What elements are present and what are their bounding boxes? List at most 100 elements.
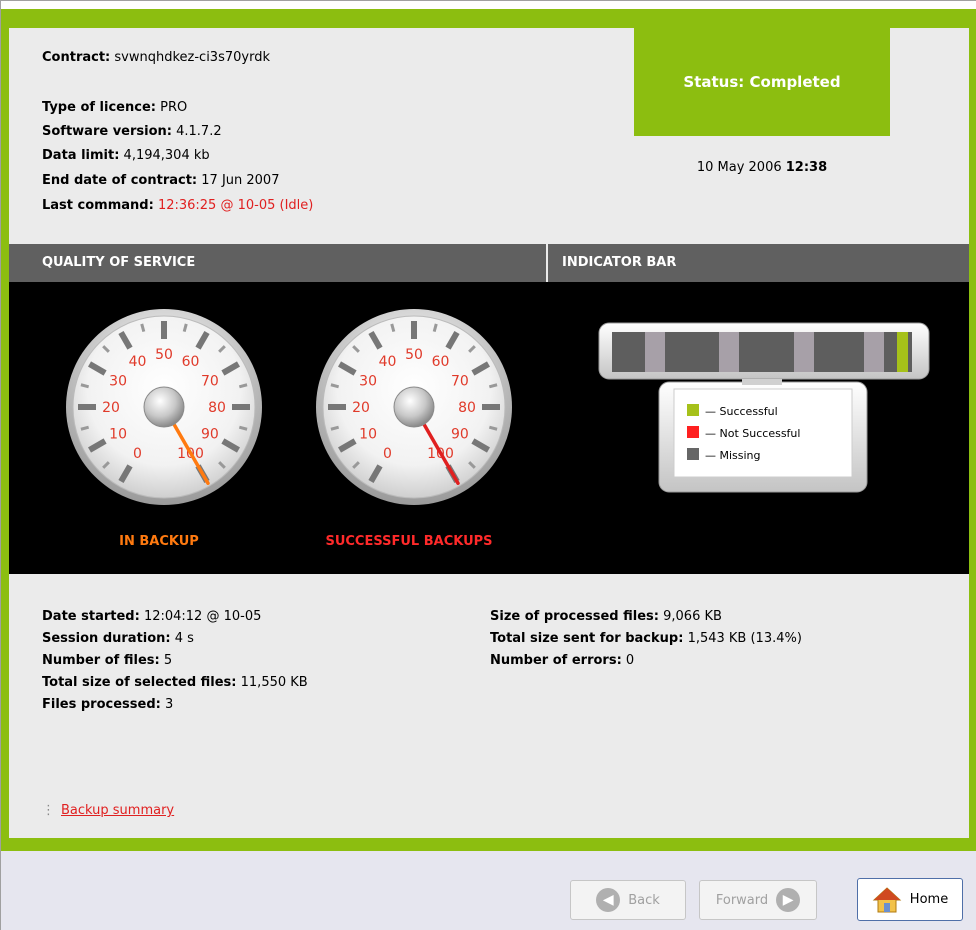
- stat-total-size-sent: Total size sent for backup: 1,543 KB (13…: [490, 628, 802, 650]
- contract-label: Contract:: [42, 50, 111, 65]
- gauge-tick-label: 50: [405, 347, 423, 363]
- gauge-tick-label: 70: [451, 374, 469, 390]
- backup-summary-row: ⋮ Backup summary: [42, 803, 174, 818]
- home-icon: [872, 886, 902, 912]
- indicator-segment: [645, 332, 665, 372]
- stat-label: Number of errors:: [490, 653, 622, 668]
- forward-arrow-icon: ▶: [776, 888, 801, 912]
- stat-value: 12:04:12 @ 10-05: [143, 609, 262, 624]
- stat-label: Files processed:: [42, 697, 161, 712]
- stats-left: Date started: 12:04:12 @ 10-05 Session d…: [42, 606, 308, 716]
- stat-date-started: Date started: 12:04:12 @ 10-05: [42, 606, 308, 628]
- stat-size-processed: Size of processed files: 9,066 KB: [490, 606, 802, 628]
- indicator-title: INDICATOR BAR: [562, 255, 677, 270]
- indicator-segment: [864, 332, 884, 372]
- stat-number-of-files: Number of files: 5: [42, 650, 308, 672]
- forward-button[interactable]: Forward ▶: [699, 880, 817, 920]
- detail-label: Data limit:: [42, 148, 120, 163]
- stat-label: Total size of selected files:: [42, 675, 237, 690]
- gauge-minor-tick: [238, 425, 248, 431]
- gauge-tick-label: 10: [359, 427, 377, 443]
- forward-label: Forward: [715, 892, 769, 908]
- gauge-minor-tick: [432, 323, 438, 333]
- gauge-tick-label: 40: [379, 354, 397, 370]
- status-timestamp: 10 May 2006 12:38: [634, 160, 890, 175]
- detail-last-command: Last command: 12:36:25 @ 10-05 (Idle): [42, 198, 313, 213]
- back-button[interactable]: ◀ Back: [570, 880, 686, 920]
- gauge-tick-label: 30: [359, 374, 377, 390]
- gauge-tick-label: 90: [451, 427, 469, 443]
- footer-toolbar: ◀ Back Forward ▶ Home: [1, 851, 976, 930]
- stat-value: 4 s: [174, 631, 194, 646]
- legend-label-not-successful: — Not Successful: [705, 427, 800, 440]
- legend-swatch-successful: [687, 404, 699, 416]
- gauge-minor-tick: [140, 323, 146, 333]
- contract-line: Contract: svwnqhdkez-ci3s70yrdk: [42, 50, 270, 65]
- detail-version: Software version: 4.1.7.2: [42, 124, 222, 139]
- stat-label: Number of files:: [42, 653, 160, 668]
- detail-value: PRO: [160, 100, 188, 115]
- stat-session-duration: Session duration: 4 s: [42, 628, 308, 650]
- detail-value: 4.1.7.2: [176, 124, 222, 139]
- gauge-hub: [143, 386, 185, 428]
- legend-swatch-missing: [687, 448, 699, 460]
- qos-title: QUALITY OF SERVICE: [42, 255, 196, 270]
- section-header-bar: QUALITY OF SERVICE INDICATOR BAR: [9, 244, 969, 282]
- detail-licence: Type of licence: PRO: [42, 100, 187, 115]
- dotted-bullet-icon: ⋮: [42, 803, 55, 818]
- gauge-minor-tick: [238, 383, 248, 389]
- stats-right: Size of processed files: 9,066 KB Total …: [490, 606, 802, 672]
- indicator-bar: — Successful — Not Successful — Missing: [598, 322, 930, 493]
- home-label: Home: [909, 892, 949, 907]
- gauge-tick-label: 40: [129, 354, 147, 370]
- gauge-tick-label: 0: [133, 446, 142, 462]
- stat-total-size-selected: Total size of selected files: 11,550 KB: [42, 672, 308, 694]
- gauge-tick-label: 10: [109, 427, 127, 443]
- status-time: 12:38: [785, 160, 828, 175]
- status-date: 10 May 2006: [696, 160, 782, 175]
- gauge-minor-tick: [488, 425, 498, 431]
- indicator-segment-successful: [897, 332, 908, 372]
- gauge-minor-tick: [488, 383, 498, 389]
- gauge-minor-tick: [330, 425, 340, 431]
- detail-value: 4,194,304 kb: [123, 148, 210, 163]
- stat-value: 11,550 KB: [240, 675, 308, 690]
- gauge-minor-tick: [80, 383, 90, 389]
- contract-value: svwnqhdkez-ci3s70yrdk: [114, 50, 270, 65]
- backup-summary-link[interactable]: Backup summary: [61, 803, 174, 818]
- gauge-tick-label: 60: [182, 354, 200, 370]
- stat-files-processed: Files processed: 3: [42, 694, 308, 716]
- gauge-tick-label: 30: [109, 374, 127, 390]
- detail-end-date: End date of contract: 17 Jun 2007: [42, 173, 279, 188]
- gauge-minor-tick: [330, 383, 340, 389]
- legend-swatch-not-successful: [687, 426, 699, 438]
- detail-label: End date of contract:: [42, 173, 198, 188]
- gauge-minor-tick: [390, 323, 396, 333]
- stat-label: Session duration:: [42, 631, 171, 646]
- stat-value: 5: [163, 653, 173, 668]
- gauge-tick-label: 20: [352, 400, 370, 416]
- stat-value: 0: [625, 653, 635, 668]
- gauge-tick-label: 80: [208, 400, 226, 416]
- dashboard-panel: 0102030405060708090100 01020304050607080…: [9, 282, 969, 574]
- inner-panel: Contract: svwnqhdkez-ci3s70yrdk Type of …: [9, 28, 969, 838]
- gauge-tick-label: 0: [383, 446, 392, 462]
- home-button[interactable]: Home: [857, 878, 963, 921]
- status-badge: Status: Completed: [634, 28, 890, 136]
- detail-value: 12:36:25 @ 10-05 (Idle): [157, 198, 314, 213]
- detail-value: 17 Jun 2007: [201, 173, 280, 188]
- gauge-tick-label: 60: [432, 354, 450, 370]
- contract-header: Contract: svwnqhdkez-ci3s70yrdk Type of …: [9, 28, 969, 243]
- detail-data-limit: Data limit: 4,194,304 kb: [42, 148, 210, 163]
- stat-label: Total size sent for backup:: [490, 631, 684, 646]
- gauge-tick-label: 90: [201, 427, 219, 443]
- gauge-label-successful-backups: SUCCESSFUL BACKUPS: [325, 534, 493, 549]
- detail-label: Software version:: [42, 124, 172, 139]
- legend-label-missing: — Missing: [705, 449, 761, 462]
- stat-value: 9,066 KB: [663, 609, 722, 624]
- stat-value: 3: [164, 697, 174, 712]
- gauge-minor-tick: [80, 425, 90, 431]
- gauge-tick-label: 70: [201, 374, 219, 390]
- gauge-label-in-backup: IN BACKUP: [119, 534, 199, 549]
- gauge-hub: [393, 386, 435, 428]
